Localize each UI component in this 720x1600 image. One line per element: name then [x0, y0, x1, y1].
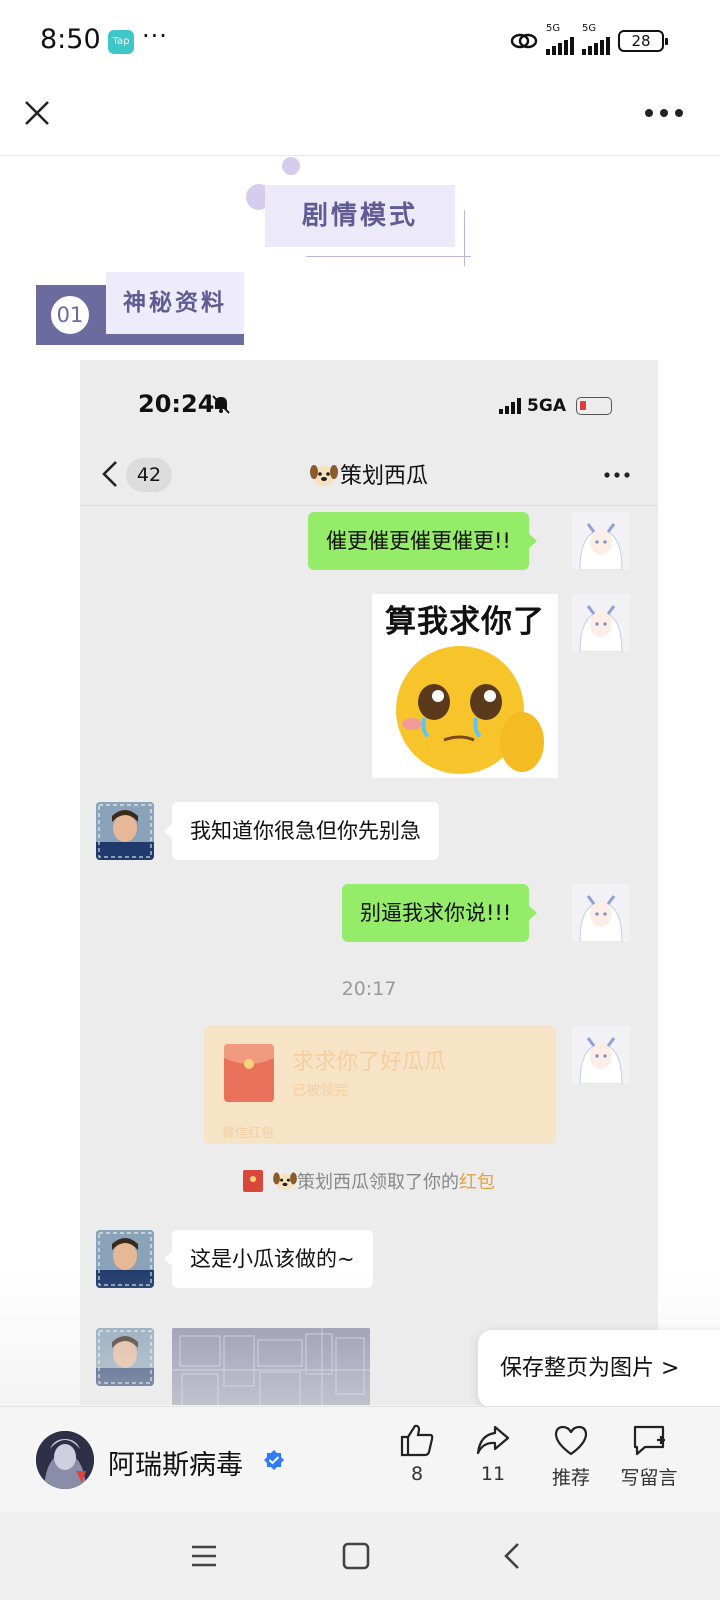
red-packet-footer: 微信红包 — [222, 1126, 275, 1141]
author-name[interactable]: 阿瑞斯病毒 — [108, 1443, 243, 1482]
comment-icon — [633, 1425, 665, 1456]
message-bubble[interactable]: 我知道你很急但你先别急 — [164, 802, 439, 860]
red-packet-status: 已被领完 — [292, 1083, 348, 1099]
network-type-1: 5G — [546, 23, 561, 34]
red-envelope-icon — [224, 1044, 274, 1102]
red-packet-card[interactable]: 求求你了好瓜瓜 已被领完 微信红包 — [204, 1026, 556, 1144]
battery-icon: 28 — [618, 30, 668, 52]
link-icon — [510, 33, 538, 49]
network-type-2: 5G — [582, 23, 597, 34]
dog-emoji-icon — [273, 1172, 297, 1191]
verified-badge-icon — [264, 1450, 284, 1470]
message-timestamp: 20:17 — [341, 978, 397, 1000]
more-icon[interactable] — [604, 472, 630, 478]
signal-icon — [499, 398, 522, 414]
share-count: 11 — [480, 1463, 506, 1485]
message-bubble[interactable]: 别逼我求你说!!! — [342, 884, 538, 942]
chat-title: 策划西瓜 — [80, 458, 658, 490]
decor-line — [464, 210, 465, 266]
recommend-button[interactable]: 推荐 — [536, 1423, 606, 1490]
system-message-text: 策划西瓜领取了你的 — [297, 1172, 459, 1193]
message-bubble[interactable]: 催更催更催更催更!! — [308, 512, 537, 570]
signal-icon: 5G — [546, 23, 574, 55]
heart-icon — [554, 1425, 588, 1456]
top-nav — [0, 84, 720, 156]
avatar[interactable] — [572, 884, 630, 942]
close-icon[interactable] — [20, 96, 54, 130]
chat-status-indicators: 5GA — [499, 396, 612, 416]
chat-screenshot[interactable]: 20:24 5GA 42 策划西瓜 催更催更催更催更!! 算我求你了 我知道你很… — [80, 360, 658, 1405]
status-indicators: 5G 5G 28 — [510, 23, 668, 56]
avatar[interactable] — [572, 1026, 630, 1084]
share-icon — [476, 1425, 510, 1455]
chat-title-text: 策划西瓜 — [339, 464, 428, 489]
like-count: 8 — [410, 1463, 424, 1485]
taptap-app-icon: Tap — [108, 30, 134, 54]
system-nav-bar — [0, 1512, 720, 1600]
decor-dot — [282, 157, 300, 175]
mute-bell-icon — [212, 395, 230, 414]
chat-status-time: 20:24 — [138, 390, 215, 418]
menu-icon[interactable] — [188, 1540, 220, 1572]
save-page-as-image-button[interactable]: 保存整页为图片 > — [478, 1330, 720, 1408]
avatar[interactable] — [572, 512, 630, 570]
battery-low-icon — [576, 397, 612, 415]
sticker-caption: 算我求你了 — [385, 604, 545, 640]
decor-line — [306, 256, 471, 257]
thumbs-up-icon — [400, 1424, 434, 1457]
section-number: 01 — [49, 294, 91, 336]
avatar[interactable] — [572, 594, 630, 652]
comment-label: 写留言 — [620, 1467, 678, 1489]
system-message: 策划西瓜领取了你的红包 — [80, 1168, 658, 1194]
system-message-highlight: 红包 — [459, 1172, 495, 1193]
signal-icon: 5G — [582, 23, 610, 55]
chat-header: 42 策划西瓜 — [80, 444, 658, 506]
section-label: 神秘资料 — [106, 272, 244, 334]
chat-network-type: 5GA — [527, 396, 566, 416]
avatar[interactable] — [96, 802, 154, 860]
action-bar: 阿瑞斯病毒 8 11 推荐 写留言 — [0, 1406, 720, 1512]
notification-more-icon: ··· — [142, 22, 168, 50]
sticker-image[interactable]: 算我求你了 — [372, 594, 558, 778]
section-title: 剧情模式 — [265, 185, 455, 247]
back-icon[interactable] — [496, 1540, 528, 1572]
like-button[interactable]: 8 — [382, 1423, 452, 1485]
share-button[interactable]: 11 — [458, 1423, 528, 1485]
dog-emoji-icon — [309, 465, 338, 486]
home-icon[interactable] — [340, 1540, 372, 1572]
write-comment-button[interactable]: 写留言 — [614, 1423, 684, 1490]
author-avatar[interactable] — [36, 1431, 94, 1489]
red-packet-icon — [243, 1170, 263, 1192]
status-bar: 8:50 Tap ··· 5G 5G 28 — [0, 0, 720, 84]
recommend-label: 推荐 — [551, 1467, 590, 1489]
red-packet-title: 求求你了好瓜瓜 — [292, 1050, 447, 1075]
more-icon[interactable] — [644, 108, 684, 118]
status-time: 8:50 — [40, 24, 101, 55]
